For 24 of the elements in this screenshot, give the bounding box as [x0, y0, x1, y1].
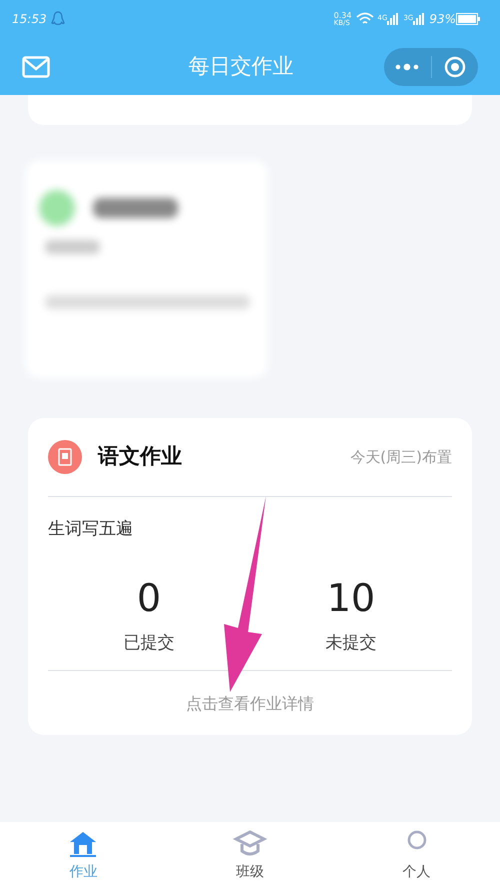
network-speed: 0.34	[334, 12, 352, 20]
capsule-menu[interactable]	[384, 48, 478, 86]
penguin-icon	[50, 11, 65, 27]
task-text: 生词写五遍	[48, 518, 134, 541]
tab-item[interactable]: 个人	[333, 822, 500, 889]
clock-time: 15:53	[12, 11, 47, 28]
tab-item[interactable]: 班级	[166, 822, 334, 889]
assigned-date: 今天(周三)布置	[350, 446, 452, 468]
signal-icon	[387, 13, 400, 25]
signal-icon	[413, 13, 426, 25]
graduation-cap-icon	[233, 830, 267, 858]
app-title: 每日交作业	[188, 52, 294, 80]
wifi-icon	[356, 12, 374, 26]
book-icon	[48, 440, 82, 474]
count-label: 未提交	[326, 632, 376, 654]
battery-level: 93%	[429, 11, 456, 28]
more-icon[interactable]	[394, 62, 420, 70]
battery-icon	[456, 13, 480, 25]
count-value: 0	[136, 578, 162, 616]
count-value: 10	[326, 578, 376, 616]
subject-title: 语文作业	[98, 443, 183, 470]
count-label: 已提交	[124, 632, 174, 654]
mail-icon[interactable]	[22, 56, 50, 78]
close-icon[interactable]	[444, 56, 466, 78]
